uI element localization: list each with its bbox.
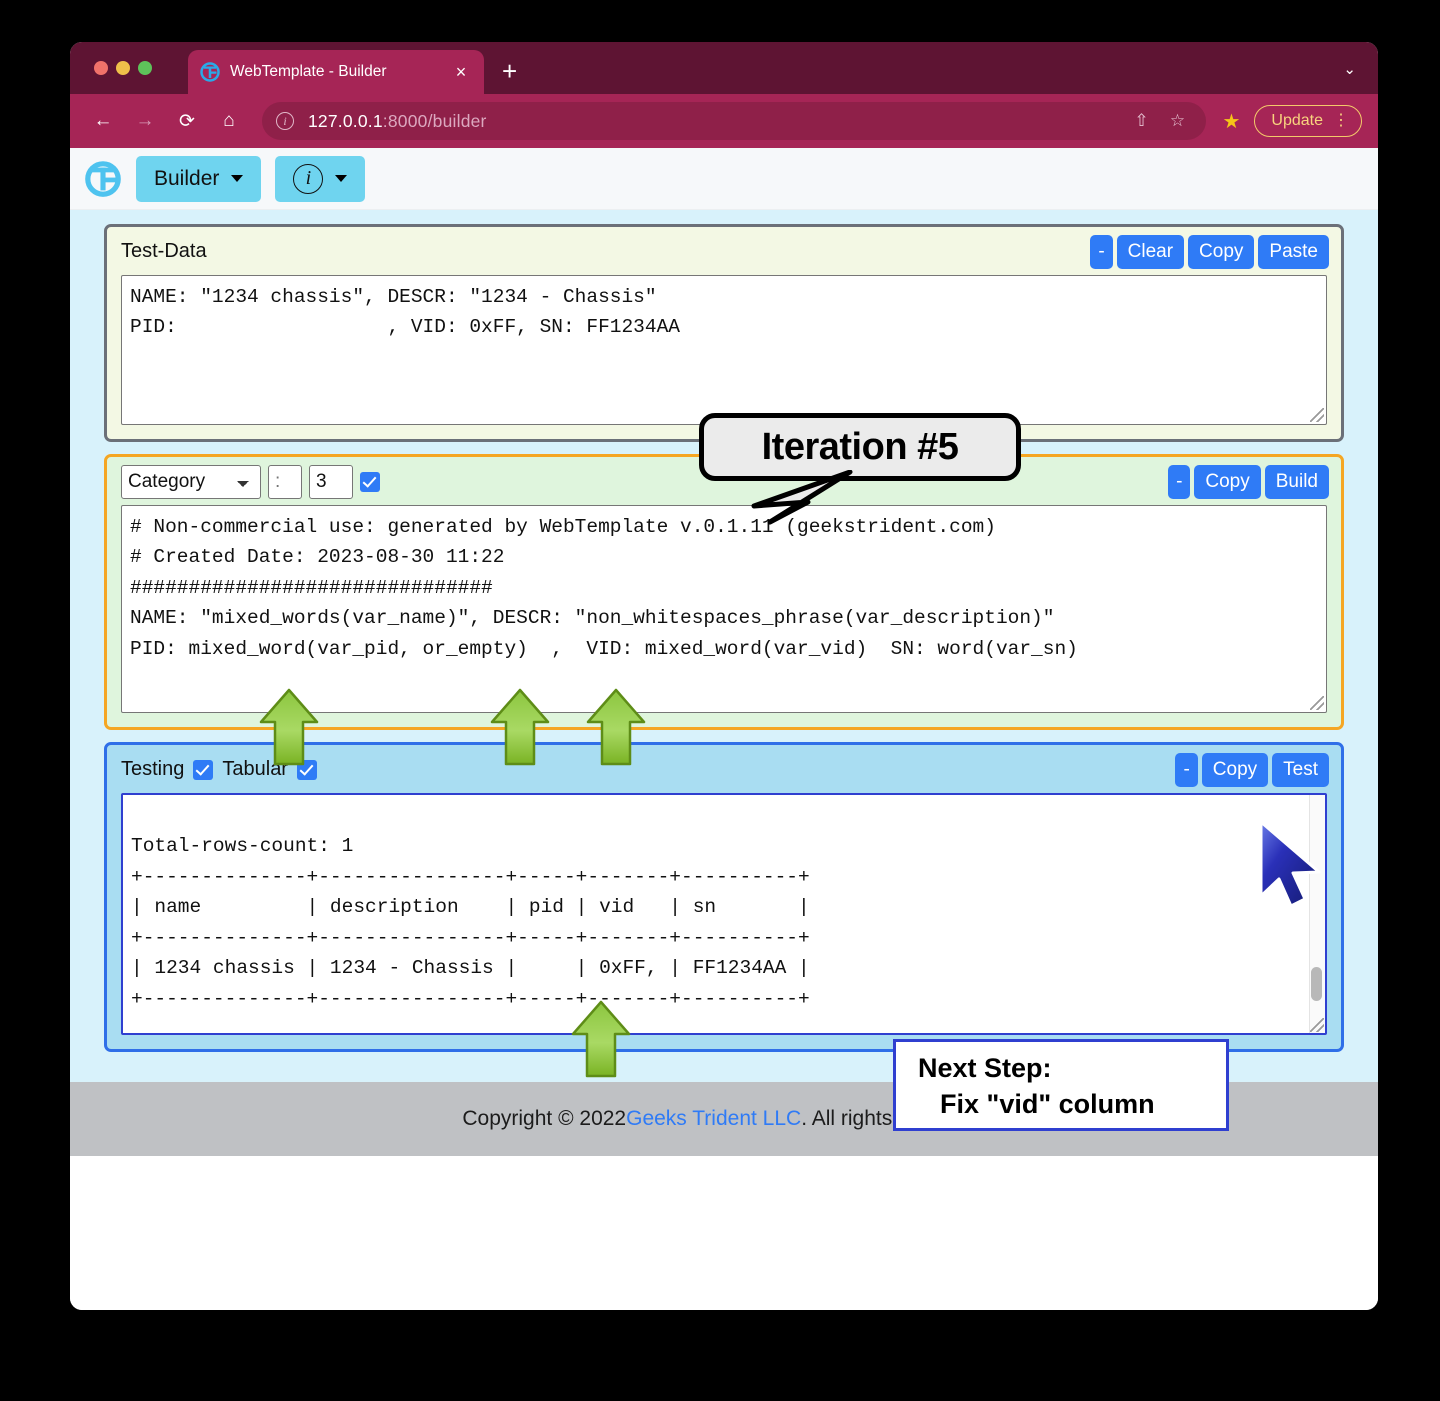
copyright-prefix: Copyright © 2022 <box>462 1106 627 1130</box>
testing-buttons: - Copy Test <box>1175 752 1329 787</box>
testing-panel: Testing Tabular - Copy Test Total-rows-c… <box>104 741 1344 1052</box>
maximize-window-button[interactable] <box>138 61 152 75</box>
testing-checkbox[interactable] <box>193 759 214 780</box>
testing-scrollbar-thumb[interactable] <box>1311 966 1322 1001</box>
test-data-textarea[interactable]: NAME: "1234 chassis", DESCR: "1234 - Cha… <box>121 274 1327 425</box>
testing-test-button[interactable]: Test <box>1272 752 1329 787</box>
category-select[interactable]: Category <box>121 464 261 499</box>
tab-title: WebTemplate - Builder <box>230 63 387 80</box>
address-bar-url: 127.0.0.1:8000/builder <box>308 111 487 132</box>
test-data-copy-button[interactable]: Copy <box>1188 235 1255 269</box>
new-tab-button[interactable]: + <box>502 58 517 84</box>
browser-toolbar: ← → ⟳ ⌂ i 127.0.0.1:8000/builder ⇧ ☆ ★ U… <box>70 94 1378 148</box>
reload-icon[interactable]: ⟳ <box>170 104 204 138</box>
chevron-down-icon <box>231 175 244 182</box>
site-info-icon[interactable]: i <box>276 112 294 130</box>
test-data-title: Test-Data <box>121 240 207 263</box>
bookmarks-star-filled-icon[interactable]: ★ <box>1222 109 1240 134</box>
copyright-suffix: . All rights reserved. <box>801 1106 986 1130</box>
update-button[interactable]: Update ⋮ <box>1254 105 1362 137</box>
minimize-window-button[interactable] <box>116 61 130 75</box>
close-tab-icon[interactable]: × <box>450 63 472 81</box>
test-data-paste-button[interactable]: Paste <box>1258 235 1329 269</box>
info-icon: i <box>293 163 324 194</box>
template-buttons: - Copy Build <box>1168 464 1329 499</box>
template-copy-button[interactable]: Copy <box>1194 464 1261 499</box>
tabular-label: Tabular <box>222 758 288 781</box>
template-build-button[interactable]: Build <box>1264 464 1329 499</box>
test-data-panel: Test-Data - Clear Copy Paste NAME: "1234… <box>104 224 1344 442</box>
test-data-clear-button[interactable]: Clear <box>1116 235 1185 269</box>
template-checkbox[interactable] <box>360 471 380 492</box>
template-panel: Category - Copy Build # Non-commercial u… <box>104 453 1344 730</box>
testing-copy-button[interactable]: Copy <box>1201 752 1269 787</box>
window-traffic-lights <box>94 61 152 75</box>
content-area: Test-Data - Clear Copy Paste NAME: "1234… <box>70 210 1378 1082</box>
tabular-checkbox[interactable] <box>296 759 317 780</box>
testing-minus-button[interactable]: - <box>1175 752 1198 787</box>
omnibox-actions: ⇧ ☆ <box>1126 106 1192 136</box>
testing-output-textarea[interactable]: Total-rows-count: 1 +--------------+----… <box>121 792 1327 1035</box>
template-minus-button[interactable]: - <box>1168 464 1191 499</box>
browser-menu-icon[interactable]: ⋮ <box>1333 113 1349 129</box>
chevron-down-icon <box>335 175 348 182</box>
builder-menu-label: Builder <box>154 166 220 190</box>
template-controls: Category <box>121 464 380 499</box>
geeks-trident-link[interactable]: Geeks Trident LLC <box>626 1107 801 1131</box>
bookmark-star-icon[interactable]: ☆ <box>1162 106 1192 136</box>
separator-input[interactable] <box>268 464 302 499</box>
browser-tab[interactable]: WebTemplate - Builder × <box>188 50 484 94</box>
resize-handle[interactable] <box>1310 695 1324 710</box>
url-host: 127.0.0.1 <box>308 110 383 131</box>
update-label: Update <box>1271 112 1323 129</box>
resize-handle[interactable] <box>1310 407 1324 422</box>
tab-strip: WebTemplate - Builder × + ⌄ <box>70 42 1378 94</box>
testing-header: Testing Tabular - Copy Test <box>107 745 1341 793</box>
url-path: :8000/builder <box>382 110 487 131</box>
info-menu-button[interactable]: i <box>275 155 366 202</box>
chevron-down-icon[interactable]: ⌄ <box>1343 60 1356 78</box>
page-footer: Copyright © 2022 Geeks Trident LLC. All … <box>70 1081 1378 1156</box>
back-arrow-icon[interactable]: ← <box>86 104 120 138</box>
app-navbar: Builder i <box>70 148 1378 210</box>
home-icon[interactable]: ⌂ <box>212 104 246 138</box>
geeks-trident-logo-icon[interactable] <box>84 160 122 198</box>
browser-window: WebTemplate - Builder × + ⌄ ← → ⟳ ⌂ i 12… <box>70 42 1378 1310</box>
template-header: Category - Copy Build <box>107 457 1341 505</box>
share-icon[interactable]: ⇧ <box>1126 106 1156 136</box>
test-data-buttons: - Clear Copy Paste <box>1090 235 1329 269</box>
builder-menu-button[interactable]: Builder <box>136 155 262 202</box>
test-data-minus-button[interactable]: - <box>1090 235 1113 269</box>
test-data-header: Test-Data - Clear Copy Paste <box>107 227 1341 275</box>
page-viewport: Builder i Test-Data - Clear Copy Paste N… <box>70 148 1378 1310</box>
testing-title: Testing <box>121 758 185 781</box>
forward-arrow-icon[interactable]: → <box>128 104 162 138</box>
template-textarea[interactable]: # Non-commercial use: generated by WebTe… <box>121 504 1327 713</box>
count-input[interactable] <box>309 464 353 499</box>
resize-handle[interactable] <box>1310 1017 1324 1032</box>
webtemplate-logo-icon <box>200 62 220 82</box>
close-window-button[interactable] <box>94 61 108 75</box>
address-bar[interactable]: i 127.0.0.1:8000/builder ⇧ ☆ <box>262 102 1207 140</box>
